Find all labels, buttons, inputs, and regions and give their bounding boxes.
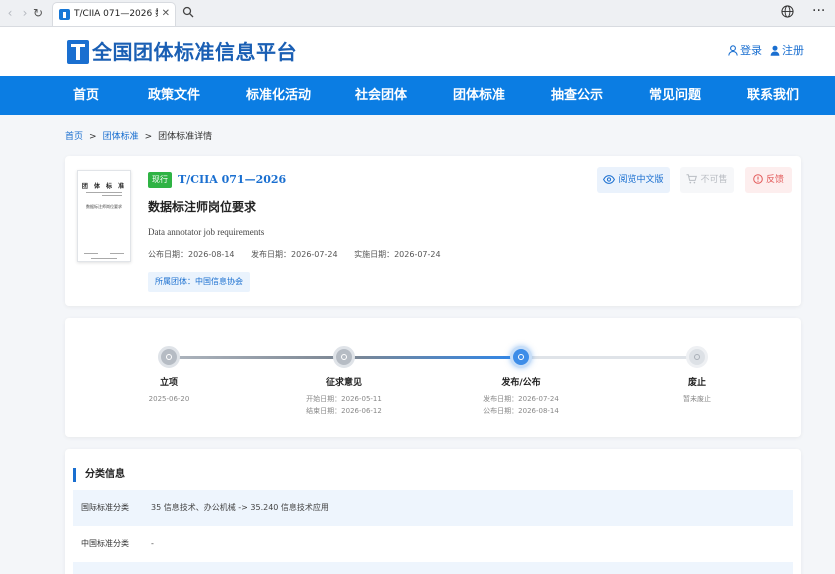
cart-icon [686,174,698,184]
browser-toolbar: ‹ › ↻ T/CIIA 071—2026 数据标注师 ✕ ··· [0,0,835,27]
step-abolish-icon [686,346,708,368]
publish-date-label: 公布日期： [148,250,188,259]
implement-date-value: 2026-07-24 [394,250,441,259]
step-project-label: 立项 [159,378,178,388]
step-abolish-status: 暂未废止 [683,395,711,403]
row-value: - [151,539,154,548]
classification-card: 分类信息 国际标准分类 35 信息技术、办公机械 -> 35.240 信息技术应… [65,449,801,574]
register-label: 注册 [782,44,804,57]
login-label: 登录 [740,44,762,57]
step-project-icon [158,346,180,368]
row-value: 35 信息技术、办公机械 -> 35.240 信息技术应用 [151,503,329,512]
nav-item-standards[interactable]: 团体标准 [453,76,505,115]
login-link[interactable]: 登录 [728,44,762,58]
feedback-button[interactable]: 反馈 [745,167,792,193]
step-consultation-icon [333,346,355,368]
breadcrumb-separator: > [144,132,153,142]
standard-info-card: 团 体 标 准 数据标注师岗位要求 现行 T/CIIA 071—2026 数据标… [65,156,801,306]
reload-icon[interactable]: ↻ [31,5,45,21]
main-nav: 首页 政策文件 标准化活动 社会团体 团体标准 抽查公示 常见问题 联系我们 [0,76,835,115]
not-for-sale-button: 不可售 [680,167,734,193]
standard-title-en: Data annotator job requirements [148,227,265,237]
row-label: 国际标准分类 [81,503,129,512]
section-title: 分类信息 [85,469,125,480]
row-label: 中国标准分类 [81,539,129,548]
step-publish-announce: 公布日期：2026-08-14 [483,407,559,415]
breadcrumb-current: 团体标准详情 [158,132,213,142]
nav-item-organizations[interactable]: 社会团体 [355,76,407,115]
implement-date: 实施日期：2026-07-24 [354,250,441,259]
step-consultation-start: 开始日期：2026-05-11 [306,395,382,403]
user-filled-icon [770,45,780,56]
breadcrumb-home[interactable]: 首页 [65,132,83,142]
feedback-label: 反馈 [765,175,784,185]
step-publish-label: 发布/公布 [501,378,541,388]
implement-date-label: 实施日期： [354,250,395,259]
forward-icon[interactable]: › [18,5,32,21]
breadcrumb-separator: > [89,132,97,142]
standard-code: T/CIIA 071—2026 [178,173,287,186]
close-icon[interactable]: ✕ [162,7,170,21]
back-icon[interactable]: ‹ [3,5,17,21]
eye-icon [603,175,616,184]
thumbnail-rule [110,253,124,254]
document-thumbnail[interactable]: 团 体 标 准 数据标注师岗位要求 [77,170,131,262]
thumbnail-heading: 团 体 标 准 [81,183,127,190]
lifecycle-timeline: 立项 2025-06-20 征求意见 开始日期：2026-05-11 结束日期：… [65,318,801,437]
release-date: 发布日期：2026-07-24 [251,250,338,259]
step-abolish-label: 废止 [687,378,706,388]
globe-icon[interactable] [781,5,794,18]
site-title[interactable]: 全国团体标准信息平台 [92,39,297,65]
step-project-date: 2025-06-20 [148,395,190,403]
table-row [73,562,793,574]
search-icon[interactable] [182,6,194,18]
nav-item-inspection[interactable]: 抽查公示 [551,76,603,115]
browser-tab[interactable]: T/CIIA 071—2026 数据标注师 ✕ [52,2,176,26]
tab-title: T/CIIA 071—2026 数据标注师 [74,9,158,19]
standard-title: 数据标注师岗位要求 [148,200,257,214]
register-link[interactable]: 注册 [770,44,804,58]
thumbnail-title: 数据标注师岗位要求 [86,204,122,209]
nav-item-faq[interactable]: 常见问题 [649,76,701,115]
step-consultation-end: 结束日期：2026-06-12 [306,407,382,415]
read-label: 阅览中文版 [618,175,664,185]
thumbnail-rule [91,258,117,259]
release-date-value: 2026-07-24 [291,250,338,259]
organization-tag[interactable]: 所属团体：中国信息协会 [148,272,250,292]
thumbnail-rule [86,192,122,193]
nav-item-home[interactable]: 首页 [73,76,99,115]
table-row: 中国标准分类 - [73,526,793,562]
nav-item-contact[interactable]: 联系我们 [747,76,799,115]
timeline-segment [352,356,516,359]
thumbnail-rule [84,253,98,254]
read-chinese-button[interactable]: 阅览中文版 [597,167,670,193]
breadcrumb: 首页 > 团体标准 > 团体标准详情 [65,131,212,143]
buy-label: 不可售 [700,175,728,185]
logo-icon [67,40,89,64]
step-publish-release: 发布日期：2026-07-24 [483,395,559,403]
step-consultation-label: 征求意见 [325,378,362,388]
timeline-segment [526,356,690,359]
thumbnail-rule [102,195,122,196]
section-accent-bar [73,468,76,482]
nav-item-activities[interactable]: 标准化活动 [246,76,311,115]
timeline-segment [170,356,342,359]
publish-date: 公布日期：2026-08-14 [148,250,235,259]
nav-item-policy[interactable]: 政策文件 [148,76,200,115]
release-date-label: 发布日期： [251,250,292,259]
standard-dates: 公布日期：2026-08-14 发布日期：2026-07-24 实施日期：202… [148,249,455,261]
site-favicon-icon [59,9,70,20]
alert-icon [753,174,763,184]
site-header: 全国团体标准信息平台 登录 注册 [0,27,835,76]
status-badge: 现行 [148,172,172,188]
user-icon [728,45,738,56]
table-row: 国际标准分类 35 信息技术、办公机械 -> 35.240 信息技术应用 [73,490,793,526]
more-icon[interactable]: ··· [812,3,825,19]
step-publish-icon [510,346,532,368]
breadcrumb-standards[interactable]: 团体标准 [103,132,139,142]
publish-date-value: 2026-08-14 [188,250,235,259]
